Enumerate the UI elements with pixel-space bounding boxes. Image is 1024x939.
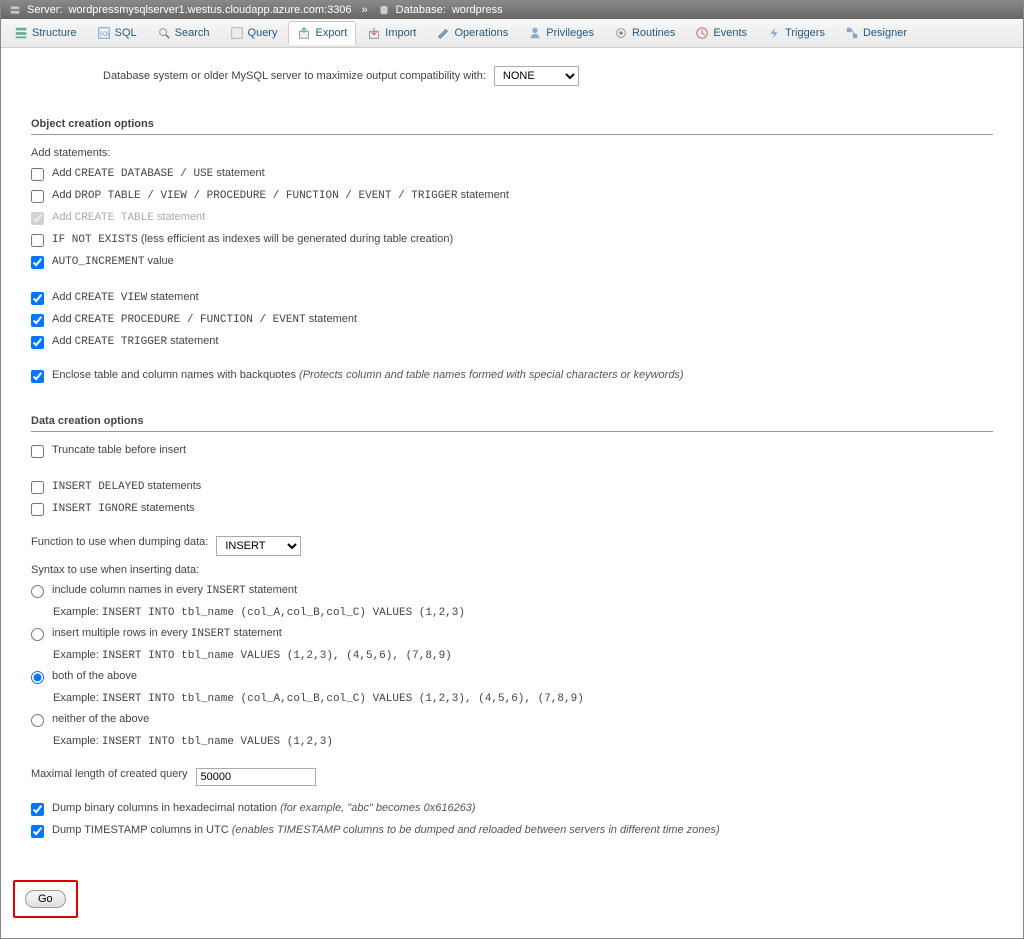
lbl-multi-rows[interactable]: insert multiple rows in every INSERT sta… (52, 627, 282, 640)
radio-neither[interactable] (31, 714, 44, 727)
sql-icon: SQL (97, 26, 111, 40)
lbl-create-proc[interactable]: Add CREATE PROCEDURE / FUNCTION / EVENT … (52, 313, 357, 326)
chk-truncate[interactable] (31, 445, 44, 458)
lbl-truncate[interactable]: Truncate table before insert (52, 444, 186, 456)
lbl-create-trigger[interactable]: Add CREATE TRIGGER statement (52, 335, 218, 348)
chk-create-database[interactable] (31, 168, 44, 181)
chk-ignore[interactable] (31, 503, 44, 516)
operations-icon (436, 26, 450, 40)
lbl-both[interactable]: both of the above (52, 670, 137, 682)
chk-create-trigger[interactable] (31, 336, 44, 349)
add-statements-heading: Add statements: (31, 147, 993, 159)
lbl-create-database[interactable]: Add CREATE DATABASE / USE statement (52, 167, 265, 180)
chk-create-proc[interactable] (31, 314, 44, 327)
lbl-autoinc[interactable]: AUTO_INCREMENT value (52, 255, 174, 268)
tab-triggers[interactable]: Triggers (758, 21, 834, 45)
lbl-ifnotexists[interactable]: IF NOT EXISTS (less efficient as indexes… (52, 233, 453, 246)
maxlen-label: Maximal length of created query (31, 768, 188, 780)
breadcrumb-sep: » (362, 4, 368, 16)
chk-backquotes[interactable] (31, 370, 44, 383)
syntax-label: Syntax to use when inserting data: (31, 564, 199, 576)
server-label: Server: (27, 4, 62, 16)
chk-delayed[interactable] (31, 481, 44, 494)
lbl-neither[interactable]: neither of the above (52, 713, 149, 725)
titlebar: Server: wordpressmysqlserver1.westus.clo… (1, 1, 1023, 19)
tab-privileges[interactable]: Privileges (519, 21, 603, 45)
func-select[interactable]: INSERT (216, 536, 301, 556)
db-value: wordpress (452, 4, 503, 16)
import-icon (367, 26, 381, 40)
radio-include-cols[interactable] (31, 585, 44, 598)
designer-icon (845, 26, 859, 40)
menubar: Structure SQLSQL Search Query Export Imp… (1, 19, 1023, 48)
go-highlight: Go (13, 880, 78, 918)
server-value: wordpressmysqlserver1.westus.cloudapp.az… (68, 4, 351, 16)
chk-hex[interactable] (31, 803, 44, 816)
tab-designer[interactable]: Designer (836, 21, 916, 45)
tab-routines[interactable]: Routines (605, 21, 684, 45)
lbl-utc[interactable]: Dump TIMESTAMP columns in UTC (enables T… (52, 824, 720, 836)
section-object: Object creation options (31, 114, 993, 135)
lbl-backquotes[interactable]: Enclose table and column names with back… (52, 369, 684, 381)
lbl-create-view[interactable]: Add CREATE VIEW statement (52, 291, 199, 304)
server-icon (9, 4, 21, 16)
go-button[interactable]: Go (25, 890, 66, 908)
content: Database system or older MySQL server to… (1, 48, 1023, 866)
svg-text:SQL: SQL (99, 32, 110, 38)
tab-search[interactable]: Search (148, 21, 219, 45)
compat-row: Database system or older MySQL server to… (103, 66, 993, 86)
lbl-include-cols[interactable]: include column names in every INSERT sta… (52, 584, 297, 597)
export-icon (297, 26, 311, 40)
database-icon (378, 4, 390, 16)
triggers-icon (767, 26, 781, 40)
tab-operations[interactable]: Operations (427, 21, 517, 45)
section-data: Data creation options (31, 411, 993, 432)
chk-utc[interactable] (31, 825, 44, 838)
compat-select[interactable]: NONE (494, 66, 579, 86)
func-label: Function to use when dumping data: (31, 536, 208, 548)
tab-import[interactable]: Import (358, 21, 425, 45)
lbl-drop[interactable]: Add DROP TABLE / VIEW / PROCEDURE / FUNC… (52, 189, 509, 202)
search-icon (157, 26, 171, 40)
routines-icon (614, 26, 628, 40)
privileges-icon (528, 26, 542, 40)
compat-label: Database system or older MySQL server to… (103, 70, 486, 82)
lbl-hex[interactable]: Dump binary columns in hexadecimal notat… (52, 802, 476, 814)
chk-autoinc[interactable] (31, 256, 44, 269)
chk-create-view[interactable] (31, 292, 44, 305)
structure-icon (14, 26, 28, 40)
maxlen-input[interactable] (196, 768, 316, 786)
tab-export[interactable]: Export (288, 21, 356, 45)
chk-drop[interactable] (31, 190, 44, 203)
radio-both[interactable] (31, 671, 44, 684)
tab-sql[interactable]: SQLSQL (88, 21, 146, 45)
tab-events[interactable]: Events (686, 21, 756, 45)
chk-create-table (31, 212, 44, 225)
tab-query[interactable]: Query (221, 21, 287, 45)
tab-structure[interactable]: Structure (5, 21, 86, 45)
chk-ifnotexists[interactable] (31, 234, 44, 247)
radio-multi-rows[interactable] (31, 628, 44, 641)
lbl-ignore[interactable]: INSERT IGNORE statements (52, 502, 195, 515)
events-icon (695, 26, 709, 40)
query-icon (230, 26, 244, 40)
lbl-delayed[interactable]: INSERT DELAYED statements (52, 480, 201, 493)
lbl-create-table: Add CREATE TABLE statement (52, 211, 205, 224)
db-label: Database: (396, 4, 446, 16)
